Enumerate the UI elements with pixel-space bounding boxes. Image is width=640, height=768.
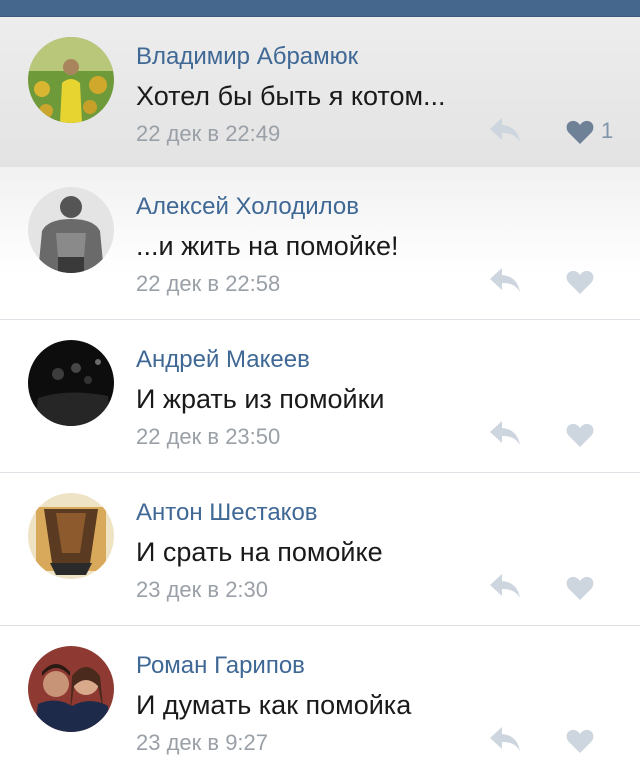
- comment-item: Владимир Абрамюк Хотел бы быть я котом..…: [0, 17, 640, 167]
- comment-date[interactable]: 22 дек в 22:58: [136, 271, 280, 297]
- comment-author[interactable]: Алексей Холодилов: [136, 193, 359, 221]
- author-avatar[interactable]: [28, 646, 114, 732]
- reply-icon[interactable]: [488, 265, 522, 295]
- author-avatar[interactable]: [28, 187, 114, 273]
- app-header-bar: [0, 0, 640, 17]
- like-button[interactable]: [566, 420, 601, 448]
- comment-text: Хотел бы быть я котом...: [136, 81, 446, 111]
- author-avatar[interactable]: [28, 493, 114, 579]
- comment-author[interactable]: Антон Шестаков: [136, 499, 318, 527]
- comment-date[interactable]: 22 дек в 23:50: [136, 424, 280, 450]
- like-button[interactable]: [566, 726, 601, 754]
- like-count: 1: [601, 118, 614, 143]
- comment-text: И думать как помойка: [136, 690, 412, 720]
- comment-item: Алексей Холодилов ...и жить на помойке! …: [0, 167, 640, 320]
- comment-author[interactable]: Роман Гарипов: [136, 652, 305, 680]
- reply-icon[interactable]: [488, 418, 522, 448]
- comment-date[interactable]: 23 дек в 2:30: [136, 577, 268, 603]
- like-button[interactable]: 1: [566, 117, 613, 145]
- reply-icon[interactable]: [488, 115, 522, 145]
- comment-text: И жрать из помойки: [136, 384, 385, 414]
- like-button[interactable]: [566, 267, 601, 295]
- heart-icon: [566, 423, 594, 447]
- author-avatar[interactable]: [28, 37, 114, 123]
- heart-icon: [566, 729, 594, 753]
- like-button[interactable]: [566, 573, 601, 601]
- comment-author[interactable]: Владимир Абрамюк: [136, 43, 358, 71]
- reply-icon[interactable]: [488, 571, 522, 601]
- comment-author[interactable]: Андрей Макеев: [136, 346, 310, 374]
- comment-item: Антон Шестаков И срать на помойке 23 дек…: [0, 473, 640, 626]
- comment-date[interactable]: 22 дек в 22:49: [136, 121, 280, 147]
- author-avatar[interactable]: [28, 340, 114, 426]
- comment-item: Андрей Макеев И жрать из помойки 22 дек …: [0, 320, 640, 473]
- heart-icon: [566, 270, 594, 294]
- heart-icon: [566, 120, 594, 144]
- comment-item: Роман Гарипов И думать как помойка 23 де…: [0, 626, 640, 768]
- comment-list: Владимир Абрамюк Хотел бы быть я котом..…: [0, 17, 640, 768]
- heart-icon: [566, 576, 594, 600]
- comment-text: ...и жить на помойке!: [136, 231, 399, 261]
- comment-text: И срать на помойке: [136, 537, 383, 567]
- comment-date[interactable]: 23 дек в 9:27: [136, 730, 268, 756]
- reply-icon[interactable]: [488, 724, 522, 754]
